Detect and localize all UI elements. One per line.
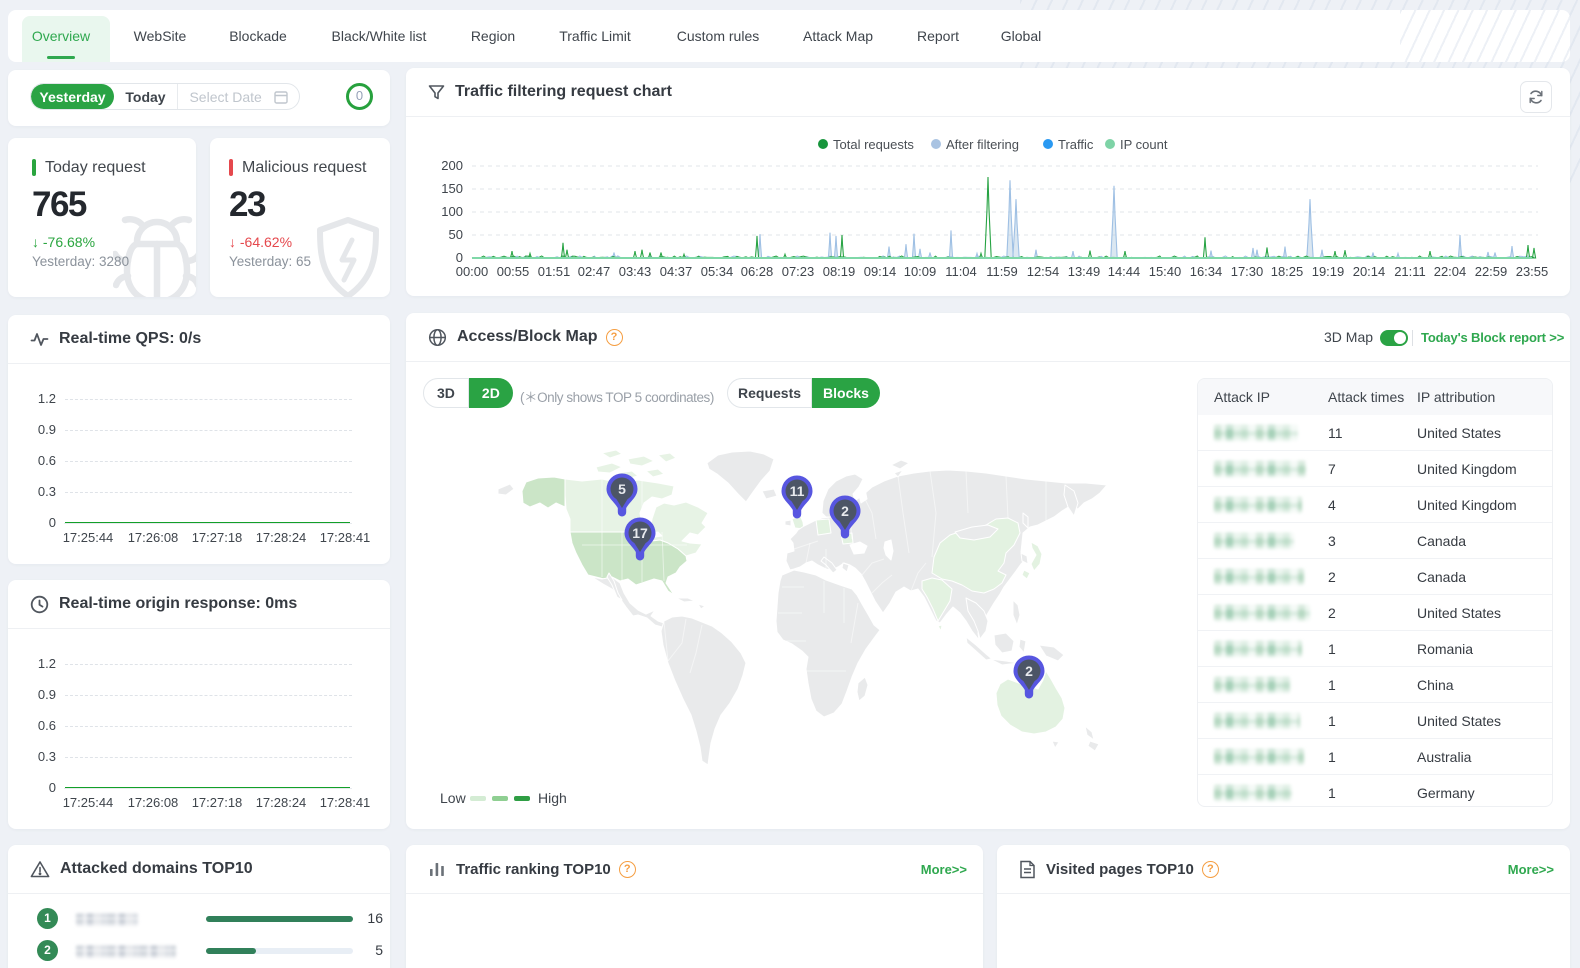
svg-text:17:30: 17:30 (1231, 264, 1264, 279)
svg-text:22:59: 22:59 (1475, 264, 1508, 279)
svg-text:05:34: 05:34 (701, 264, 734, 279)
svg-text:03:43: 03:43 (619, 264, 652, 279)
svg-text:23:55: 23:55 (1516, 264, 1549, 279)
svg-text:17: 17 (632, 525, 648, 541)
svg-text:09:14: 09:14 (864, 264, 897, 279)
svg-text:After filtering: After filtering (946, 137, 1019, 152)
svg-text:11:59: 11:59 (986, 264, 1018, 279)
svg-text:07:23: 07:23 (782, 264, 815, 279)
svg-text:Total requests: Total requests (833, 137, 914, 152)
svg-text:19:19: 19:19 (1312, 264, 1345, 279)
svg-text:2: 2 (841, 503, 849, 519)
svg-text:Traffic: Traffic (1058, 137, 1094, 152)
svg-text:14:44: 14:44 (1108, 264, 1141, 279)
svg-text:2: 2 (1025, 663, 1033, 679)
svg-text:11: 11 (790, 483, 805, 499)
svg-text:01:51: 01:51 (538, 264, 571, 279)
svg-text:06:28: 06:28 (741, 264, 774, 279)
svg-text:150: 150 (441, 181, 463, 196)
svg-text:12:54: 12:54 (1027, 264, 1060, 279)
svg-text:18:25: 18:25 (1271, 264, 1304, 279)
svg-text:0: 0 (456, 250, 463, 265)
svg-text:15:40: 15:40 (1149, 264, 1182, 279)
svg-text:11:04: 11:04 (945, 264, 977, 279)
svg-text:10:09: 10:09 (904, 264, 937, 279)
svg-text:16:34: 16:34 (1190, 264, 1223, 279)
svg-text:5: 5 (618, 481, 626, 497)
svg-text:21:11: 21:11 (1394, 264, 1426, 279)
svg-text:00:00: 00:00 (456, 264, 489, 279)
svg-text:50: 50 (449, 227, 463, 242)
svg-text:13:49: 13:49 (1068, 264, 1101, 279)
svg-text:IP count: IP count (1120, 137, 1168, 152)
svg-text:22:04: 22:04 (1434, 264, 1467, 279)
svg-text:200: 200 (441, 158, 463, 173)
svg-text:20:14: 20:14 (1353, 264, 1386, 279)
svg-text:04:37: 04:37 (660, 264, 693, 279)
svg-text:100: 100 (441, 204, 463, 219)
svg-text:02:47: 02:47 (578, 264, 611, 279)
svg-text:08:19: 08:19 (823, 264, 856, 279)
svg-text:00:55: 00:55 (497, 264, 530, 279)
